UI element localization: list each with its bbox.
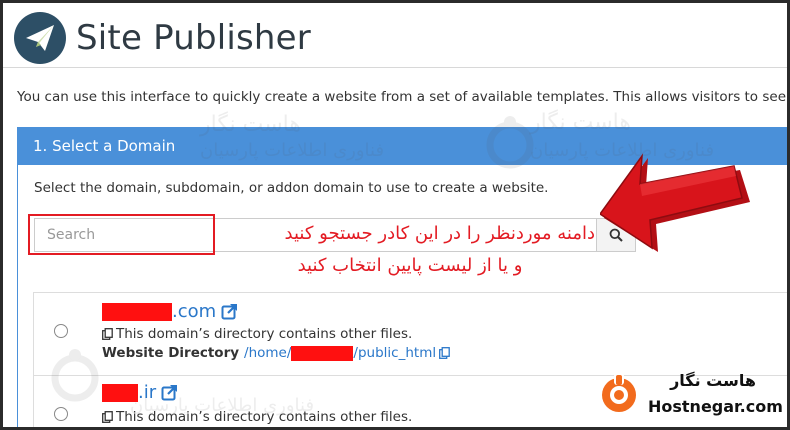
domain-radio[interactable] — [54, 324, 68, 338]
intro-text: You can use this interface to quickly cr… — [17, 89, 790, 105]
copy-icon — [102, 411, 113, 423]
copy-icon[interactable] — [439, 347, 450, 359]
dir-prefix: /home/ — [244, 345, 292, 361]
watermark-text: هاست نگار — [200, 112, 301, 137]
watermark-text: هاست نگار — [530, 110, 631, 135]
site-publisher-logo-icon — [14, 12, 66, 64]
copy-icon — [102, 328, 113, 340]
annotation-arrow-icon — [600, 153, 750, 252]
watermark-subtitle: فناوری اطلاعات پارسیان — [200, 140, 385, 161]
domain-list-item[interactable]: .com This domain’s directory contains ot… — [34, 293, 790, 376]
watermark-logo-icon — [51, 349, 99, 402]
annotation-line-1: دامنه موردنظر را در این کادر جستجو کنید — [284, 223, 595, 244]
hostnegar-brand: هاست نگار Hostnegar.com — [593, 368, 783, 424]
brand-name-fa: هاست نگار — [670, 371, 756, 390]
domain-note-text: This domain’s directory contains other f… — [116, 326, 413, 342]
website-directory: Website Directory /home/ /public_html — [102, 345, 453, 361]
domain-note: This domain’s directory contains other f… — [102, 326, 412, 342]
domain-radio[interactable] — [54, 407, 68, 421]
panel-description: Select the domain, subdomain, or addon d… — [34, 180, 549, 196]
redacted-block — [291, 345, 354, 361]
hostnegar-logo-icon — [602, 373, 636, 412]
watermark-subtitle: فناوری اطلاعات پارسیان — [130, 395, 315, 416]
header-divider — [0, 67, 790, 68]
annotation-line-2: و یا از لیست پایین انتخاب کنید — [297, 255, 523, 276]
redacted-block — [102, 302, 172, 321]
domain-link[interactable]: .com — [102, 301, 238, 322]
page-header: Site Publisher — [14, 8, 311, 68]
search-highlight-box — [28, 214, 215, 255]
page-title: Site Publisher — [76, 18, 311, 58]
brand-name-en: Hostnegar.com — [648, 397, 783, 416]
website-directory-label: Website Directory — [102, 345, 240, 361]
dir-suffix: /public_html — [353, 345, 437, 361]
website-directory-path[interactable]: /home/ /public_html — [244, 345, 453, 361]
external-link-icon[interactable] — [221, 303, 238, 320]
domain-tld: .com — [172, 301, 217, 322]
